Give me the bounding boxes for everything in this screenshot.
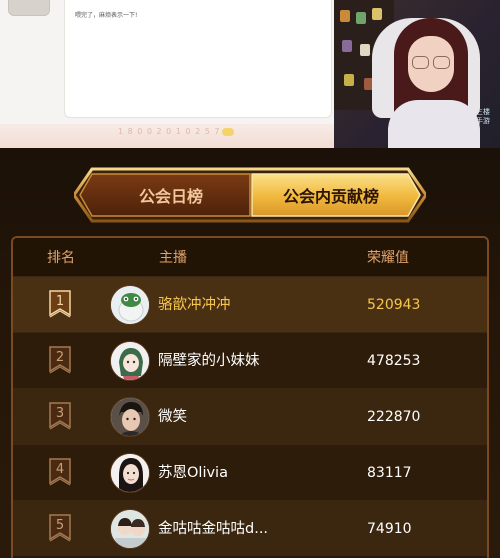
ranking-tabs: 公会日榜 公会内贡献榜 — [74, 167, 426, 223]
girl-portrait-avatar-icon[interactable] — [110, 453, 150, 493]
header-honor: 荣耀值 — [367, 250, 409, 266]
chat-panel: 喂完了，麻烦表示一下! 1 8 0 0 2 0 1 0 2 5 7 0 — [0, 0, 334, 148]
rank-number: 5 — [55, 518, 65, 533]
rank-number: 4 — [55, 462, 65, 477]
glasses-icon — [412, 56, 450, 69]
honor-value: 520943 — [367, 297, 421, 313]
chat-message-card: 喂完了，麻烦表示一下! — [64, 0, 332, 118]
table-row[interactable]: 1 骆歆冲冲冲 520943 — [13, 276, 487, 332]
honor-value: 478253 — [367, 353, 421, 369]
anime-girl-avatar-icon[interactable] — [110, 341, 150, 381]
rank-number: 1 — [55, 294, 65, 309]
honor-value: 222870 — [367, 409, 421, 425]
rank-badge-icon: 3 — [48, 401, 72, 433]
stream-top-area: 喂完了，麻烦表示一下! 1 8 0 0 2 0 1 0 2 5 7 0 三楼 手… — [0, 0, 500, 148]
honor-value: 83117 — [367, 465, 412, 481]
cam-logo-line2: 手游 — [476, 117, 490, 125]
green-frog-avatar-icon[interactable] — [110, 285, 150, 325]
host-name: 金咕咕金咕咕d... — [158, 521, 269, 537]
host-name: 骆歆冲冲冲 — [158, 297, 231, 313]
table-row[interactable]: 3 微笑 222870 — [13, 388, 487, 444]
cam-logo-line1: 三楼 — [476, 108, 490, 116]
chat-avatar — [8, 0, 50, 16]
couple-photo-avatar-icon[interactable] — [110, 509, 150, 549]
table-row[interactable]: 4 苏恩Olivia 83117 — [13, 444, 487, 500]
tab-guild-daily[interactable]: 公会日榜 — [92, 174, 250, 216]
rank-number: 3 — [55, 406, 65, 421]
gift-icon — [222, 128, 234, 136]
cam-logo: 三楼 手游 — [470, 108, 496, 130]
header-rank: 排名 — [47, 250, 75, 266]
streamer-body — [388, 100, 480, 148]
tab-guild-contribution[interactable]: 公会内贡献榜 — [252, 174, 410, 216]
host-name: 隔壁家的小妹妹 — [158, 353, 260, 369]
table-row[interactable]: 5 金咕咕金咕咕d... 74910 — [13, 500, 487, 556]
rank-badge-icon: 5 — [48, 513, 72, 545]
chat-message-text: 喂完了，麻烦表示一下! — [75, 12, 138, 19]
rank-number: 2 — [55, 350, 65, 365]
ranking-table: 排名 主播 荣耀值 1 骆歆冲冲冲 520943 2 隔壁家的小妹妹 47825… — [11, 236, 489, 558]
table-row[interactable]: 2 隔壁家的小妹妹 478253 — [13, 332, 487, 388]
ranking-rows: 1 骆歆冲冲冲 520943 2 隔壁家的小妹妹 478253 3 微笑 222… — [13, 276, 487, 556]
rank-badge-icon: 4 — [48, 457, 72, 489]
chat-bottom-text: 1 8 0 0 2 0 1 0 2 5 7 0 — [118, 127, 231, 136]
guild-ranking-panel: 公会日榜 公会内贡献榜 排名 主播 荣耀值 1 骆歆冲冲冲 520943 2 隔… — [0, 148, 500, 558]
rank-badge-icon: 2 — [48, 345, 72, 377]
webcam-view: 三楼 手游 — [334, 0, 500, 148]
boy-portrait-avatar-icon[interactable] — [110, 397, 150, 437]
host-name: 苏恩Olivia — [158, 465, 228, 481]
header-host: 主播 — [159, 250, 187, 266]
table-header: 排名 主播 荣耀值 — [13, 238, 487, 276]
rank-badge-icon: 1 — [48, 289, 72, 321]
host-name: 微笑 — [158, 409, 187, 425]
honor-value: 74910 — [367, 521, 412, 537]
